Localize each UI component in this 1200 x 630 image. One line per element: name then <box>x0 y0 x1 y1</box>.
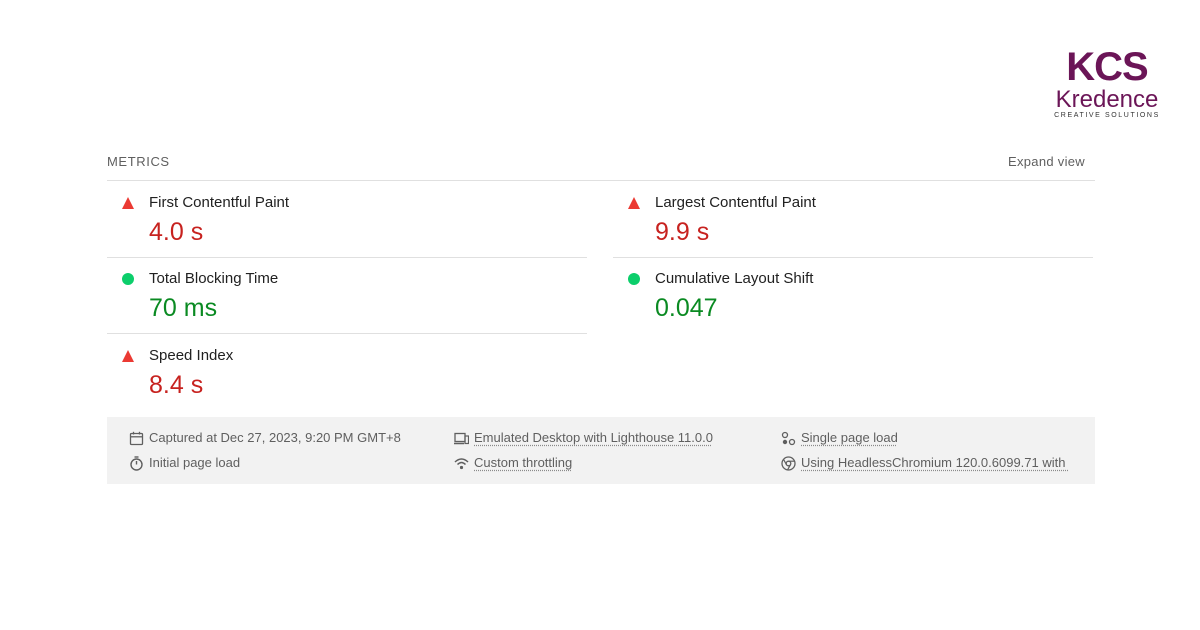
metric-value: 9.9 s <box>655 218 710 246</box>
metric-value: 4.0 s <box>149 218 204 246</box>
page-load-text: Initial page load <box>149 455 241 470</box>
metric-value: 8.4 s <box>149 371 204 399</box>
fail-triangle-icon <box>628 197 640 209</box>
metric-label: Total Blocking Time <box>149 270 279 287</box>
calendar-icon <box>129 431 144 446</box>
throttling-link[interactable]: Custom throttling <box>474 455 572 470</box>
browser-info: Using HeadlessChromium 120.0.6099.71 wit… <box>781 455 1068 473</box>
chrome-icon <box>781 456 796 471</box>
wifi-icon <box>454 458 469 470</box>
metric-value: 0.047 <box>655 294 718 322</box>
metric-cumulative-layout-shift: Cumulative Layout Shift 0.047 <box>613 257 1093 333</box>
metric-label: Cumulative Layout Shift <box>655 270 814 287</box>
captured-text: Captured at Dec 27, 2023, 9:20 PM GMT+8 <box>149 430 401 445</box>
single-load-link[interactable]: Single page load <box>801 430 898 445</box>
page: KCS Kredence CREATIVE SOLUTIONS METRICS … <box>0 0 1200 630</box>
fail-triangle-icon <box>122 350 134 362</box>
logo-mark: KCS <box>1066 45 1148 89</box>
emulated-link[interactable]: Emulated Desktop with Lighthouse 11.0.0 <box>474 430 713 445</box>
kredence-logo: KCS Kredence CREATIVE SOLUTIONS <box>1044 44 1170 120</box>
metric-total-blocking-time: Total Blocking Time 70 ms <box>107 257 587 334</box>
metric-label: Speed Index <box>149 347 234 364</box>
metric-speed-index: Speed Index 8.4 s <box>107 334 587 410</box>
logo-name: Kredence <box>1056 86 1159 113</box>
metric-label: Largest Contentful Paint <box>655 194 816 211</box>
browser-link[interactable]: Using HeadlessChromium 120.0.6099.71 wit… <box>801 455 1068 470</box>
metrics-title: METRICS <box>107 154 170 169</box>
expand-view-button[interactable]: Expand view <box>1008 154 1085 169</box>
run-info-bar: Captured at Dec 27, 2023, 9:20 PM GMT+8 … <box>107 417 1095 484</box>
logo-tagline: CREATIVE SOLUTIONS <box>1054 112 1160 119</box>
metric-value: 70 ms <box>149 294 218 322</box>
metric-label: First Contentful Paint <box>149 194 290 211</box>
fail-triangle-icon <box>122 197 134 209</box>
single-load-icon <box>781 431 796 446</box>
metrics-header: METRICS Expand view <box>107 150 1095 181</box>
pass-circle-icon <box>122 273 134 285</box>
devices-icon <box>454 432 469 445</box>
metric-largest-contentful-paint: Largest Contentful Paint 9.9 s <box>613 181 1093 258</box>
pass-circle-icon <box>628 273 640 285</box>
stopwatch-icon <box>130 456 143 471</box>
metric-first-contentful-paint: First Contentful Paint 4.0 s <box>107 181 587 258</box>
